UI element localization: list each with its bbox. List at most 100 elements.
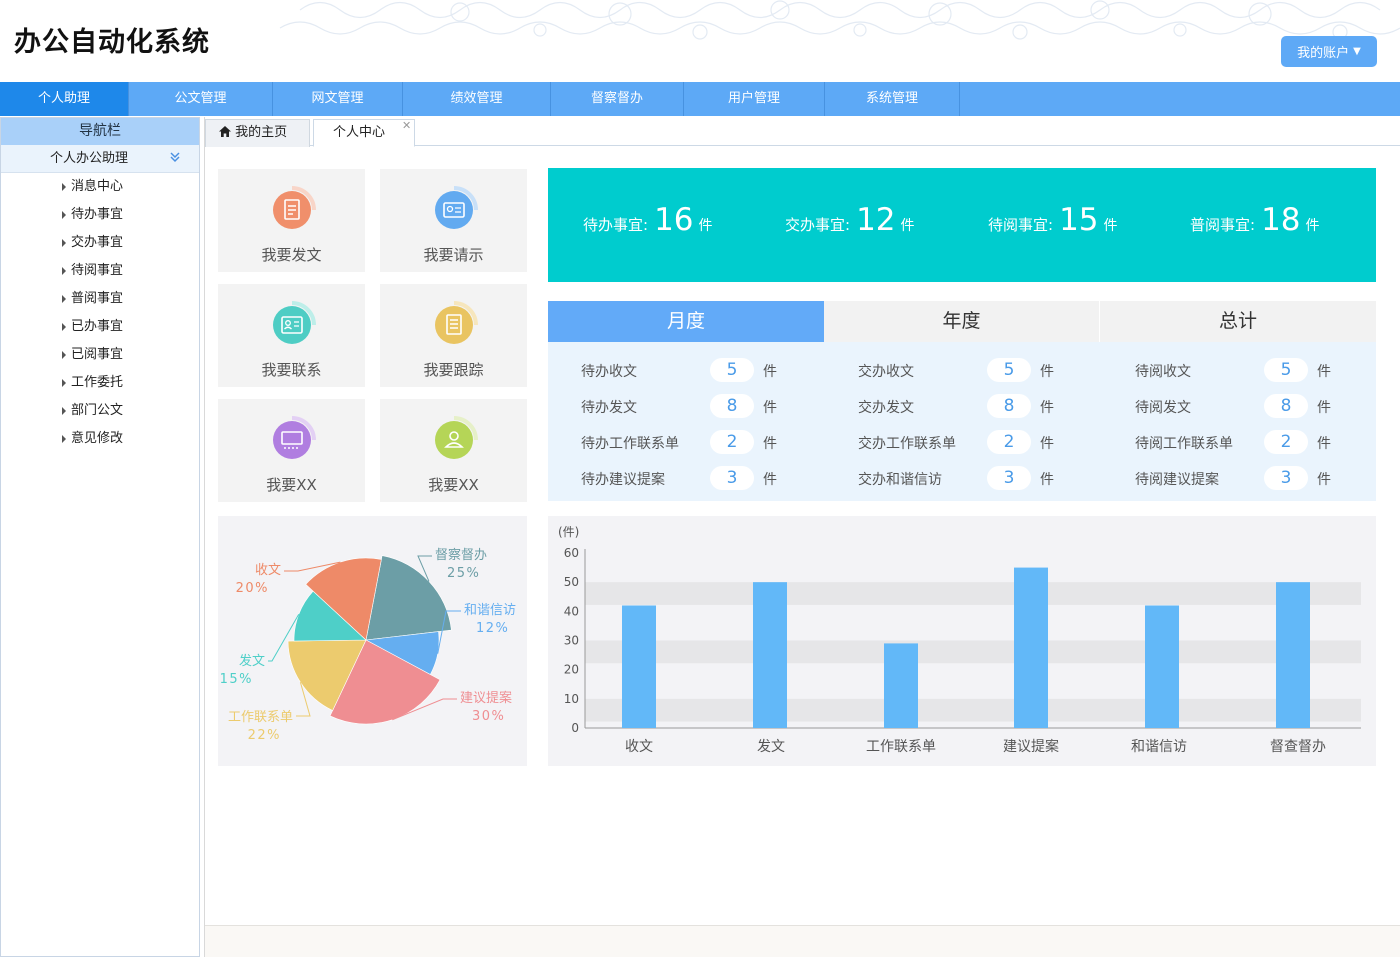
x-tick-label: 督查督办 [1270, 739, 1326, 755]
stat-unit: 件 [1317, 472, 1331, 488]
summary-general-read[interactable]: 普阅事宜: 18 件 [1190, 168, 1320, 282]
stat-row[interactable]: 待办发文 8 件 [548, 394, 808, 418]
tab-yearly[interactable]: 年度 [824, 301, 1100, 342]
stat-value: 3 [987, 466, 1031, 490]
stat-label: 待阅建议提案 [1135, 472, 1219, 488]
menu-item-system-management[interactable]: 系统管理 [825, 82, 960, 116]
menu-item-web-document-management[interactable]: 网文管理 [273, 82, 403, 116]
summary-label: 交办事宜: [785, 216, 851, 234]
stat-row[interactable]: 待阅发文 8 件 [1102, 394, 1362, 418]
stat-row[interactable]: 待办建议提案 3 件 [548, 466, 808, 490]
stat-row[interactable]: 交办发文 8 件 [825, 394, 1085, 418]
summary-to-read[interactable]: 待阅事宜: 15 件 [988, 168, 1118, 282]
y-tick-label: 50 [564, 575, 579, 589]
app-title: 办公自动化系统 [14, 27, 210, 58]
bar[interactable] [622, 605, 656, 729]
stat-unit: 件 [1317, 400, 1331, 416]
sidebar-item-assigned[interactable]: 交办事宜 [1, 229, 199, 257]
stat-row[interactable]: 待阅收文 5 件 [1102, 358, 1362, 382]
summary-unit: 件 [1103, 218, 1118, 234]
stat-unit: 件 [1040, 364, 1054, 380]
quick-card-tracking[interactable]: 我要跟踪 [380, 284, 527, 387]
y-tick-label: 20 [564, 663, 579, 677]
stat-row[interactable]: 待办收文 5 件 [548, 358, 808, 382]
main-menu: 个人助理 公文管理 网文管理 绩效管理 督察督办 用户管理 系统管理 [0, 82, 1400, 116]
menu-item-user-management[interactable]: 用户管理 [684, 82, 825, 116]
stat-unit: 件 [1040, 400, 1054, 416]
sidebar-item-general-read[interactable]: 普阅事宜 [1, 285, 199, 313]
stat-unit: 件 [763, 364, 777, 380]
stat-value: 8 [1264, 394, 1308, 418]
summary-todo[interactable]: 待办事宜: 16 件 [583, 168, 713, 282]
grid-band [585, 640, 1361, 664]
stat-unit: 件 [763, 436, 777, 452]
stat-label: 待办发文 [581, 400, 637, 416]
y-tick-label: 0 [571, 721, 579, 735]
my-account-button[interactable]: 我的账户 ▼ [1281, 36, 1377, 67]
stat-label: 待阅工作联系单 [1135, 436, 1233, 452]
sidebar-item-done[interactable]: 已办事宜 [1, 313, 199, 341]
bar-chart-panel: (件) 0 10 20 30 40 50 60 收文 发文 工作联系单 建议提案 和谐信访 督查督办 [548, 516, 1376, 766]
sidebar-item-todo[interactable]: 待办事宜 [1, 201, 199, 229]
quick-card-request[interactable]: 我要请示 [380, 169, 527, 272]
stat-label: 交办收文 [858, 364, 914, 380]
stat-label: 待办建议提案 [581, 472, 665, 488]
stat-label: 待办收文 [581, 364, 637, 380]
summary-value: 16 [654, 202, 694, 238]
y-axis-label: (件) [558, 525, 579, 539]
quick-card-xx-2[interactable]: 我要XX [380, 399, 527, 502]
x-tick-label: 建议提案 [1003, 738, 1059, 755]
quick-card-contact[interactable]: 我要联系 [218, 284, 365, 387]
summary-label: 普阅事宜: [1190, 216, 1256, 234]
bar[interactable] [884, 643, 918, 728]
contact-card-icon [273, 301, 316, 344]
stat-row[interactable]: 交办和谐信访 3 件 [825, 466, 1085, 490]
tab-my-homepage[interactable]: 我的主页 [205, 119, 310, 147]
sidebar-item-opinion-edit[interactable]: 意见修改 [1, 425, 199, 453]
bar[interactable] [1276, 582, 1310, 728]
stat-row[interactable]: 待阅建议提案 3 件 [1102, 466, 1362, 490]
pie-slice-percent: 12% [476, 621, 509, 636]
summary-label: 待阅事宜: [988, 216, 1054, 234]
summary-value: 18 [1261, 202, 1301, 238]
sidebar-item-read[interactable]: 已阅事宜 [1, 341, 199, 369]
double-chevron-down-icon[interactable] [169, 145, 181, 173]
sidebar: 导航栏 个人办公助理 消息中心 待办事宜 交办事宜 待阅事宜 普阅事宜 已办事宜… [0, 117, 200, 957]
sidebar-item-messages[interactable]: 消息中心 [1, 173, 199, 201]
tab-personal-center[interactable]: 个人中心 [313, 119, 415, 147]
bar[interactable] [1014, 567, 1048, 728]
quick-card-label: 我要请示 [423, 246, 484, 264]
summary-assigned[interactable]: 交办事宜: 12 件 [785, 168, 915, 282]
x-tick-label: 工作联系单 [866, 739, 936, 755]
header-cloud-pattern [279, 0, 1400, 40]
stat-label: 待办工作联系单 [581, 436, 679, 452]
stat-value: 8 [710, 394, 754, 418]
bar[interactable] [1145, 605, 1179, 729]
stat-row[interactable]: 待办工作联系单 2 件 [548, 430, 808, 454]
menu-item-performance-management[interactable]: 绩效管理 [403, 82, 551, 116]
tab-monthly[interactable]: 月度 [548, 301, 824, 342]
stat-row[interactable]: 待阅工作联系单 2 件 [1102, 430, 1362, 454]
x-tick-label: 发文 [757, 739, 785, 755]
sidebar-group-personal-office[interactable]: 个人办公助理 [1, 145, 199, 173]
pie-slice-name: 收文 [255, 563, 281, 578]
sidebar-item-department-docs[interactable]: 部门公文 [1, 397, 199, 425]
my-account-label: 我的账户 [1297, 46, 1350, 61]
quick-card-xx-1[interactable]: 我要XX [218, 399, 365, 502]
sidebar-item-to-read[interactable]: 待阅事宜 [1, 257, 199, 285]
menu-item-supervision[interactable]: 督察督办 [551, 82, 684, 116]
bar[interactable] [753, 582, 787, 728]
close-icon[interactable]: ✕ [402, 119, 411, 132]
grid-band [585, 582, 1361, 605]
stat-label: 待阅收文 [1135, 364, 1191, 380]
sidebar-item-delegation[interactable]: 工作委托 [1, 369, 199, 397]
summary-unit: 件 [900, 218, 915, 234]
tab-total[interactable]: 总计 [1100, 301, 1376, 342]
menu-item-personal-assistant[interactable]: 个人助理 [0, 82, 129, 116]
stat-value: 2 [710, 430, 754, 454]
menu-item-document-management[interactable]: 公文管理 [129, 82, 273, 116]
tab-label: 个人中心 [333, 125, 386, 140]
stat-row[interactable]: 交办收文 5 件 [825, 358, 1085, 382]
quick-card-send-document[interactable]: 我要发文 [218, 169, 365, 272]
stat-row[interactable]: 交办工作联系单 2 件 [825, 430, 1085, 454]
